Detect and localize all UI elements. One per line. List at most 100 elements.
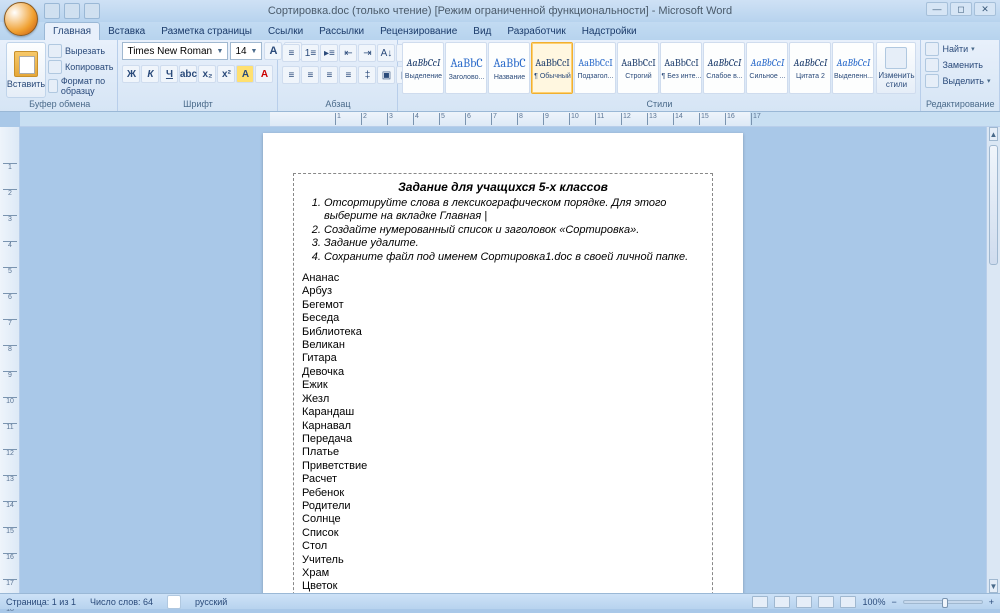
task-list: Отсортируйте слова в лексикографическом … <box>302 197 704 264</box>
copy-label: Копировать <box>65 62 113 72</box>
style-card[interactable]: AaBbCcIВыделение <box>402 42 444 94</box>
vertical-ruler[interactable]: 123456789101112131415161718 <box>0 127 20 593</box>
maximize-button[interactable]: ◻ <box>950 2 972 16</box>
qat-undo-icon[interactable] <box>64 3 80 19</box>
vertical-scrollbar[interactable]: ▲ ▼ <box>986 127 1000 593</box>
italic-button[interactable]: К <box>141 65 159 83</box>
align-right-button[interactable]: ≡ <box>320 66 338 84</box>
tab-page-layout[interactable]: Разметка страницы <box>153 23 260 40</box>
minimize-button[interactable]: — <box>926 2 948 16</box>
paste-icon <box>14 51 38 77</box>
scroll-thumb[interactable] <box>989 145 998 265</box>
superscript-button[interactable]: x² <box>217 65 235 83</box>
zoom-out-button[interactable]: − <box>891 597 896 607</box>
select-button[interactable]: Выделить▾ <box>925 74 990 88</box>
status-wordcount[interactable]: Число слов: 64 <box>90 597 153 607</box>
tab-review[interactable]: Рецензирование <box>372 23 465 40</box>
cut-label: Вырезать <box>65 46 105 56</box>
multilevel-button[interactable]: ▸≡ <box>320 44 338 62</box>
qat-save-icon[interactable] <box>44 3 60 19</box>
style-card[interactable]: AaBbCЗаголово... <box>445 42 487 94</box>
view-web-layout-button[interactable] <box>796 596 812 608</box>
style-card[interactable]: AaBbCcI¶ Без инте... <box>660 42 702 94</box>
zoom-slider[interactable] <box>903 600 983 604</box>
outdent-button[interactable]: ⇤ <box>339 44 357 62</box>
ribbon: Вставить Вырезать Копировать Формат по о… <box>0 40 1000 112</box>
document-area[interactable]: Задание для учащихся 5-х классов Отсорти… <box>20 127 986 593</box>
word-item: Девочка <box>302 366 704 379</box>
styles-gallery[interactable]: AaBbCcIВыделениеAaBbCЗаголово...AaBbCНаз… <box>402 42 874 98</box>
find-label: Найти <box>942 44 968 54</box>
cut-button[interactable]: Вырезать <box>48 44 113 58</box>
spell-check-icon[interactable] <box>167 595 181 609</box>
scroll-down-button[interactable]: ▼ <box>989 579 998 593</box>
change-styles-button[interactable]: Изменить стили <box>876 42 916 94</box>
highlight-button[interactable]: A <box>236 65 254 83</box>
task-item: Сохраните файл под именем Сортировка1.do… <box>324 251 704 264</box>
line-spacing-button[interactable]: ‡ <box>358 66 376 84</box>
word-item: Гитара <box>302 352 704 365</box>
style-card[interactable]: AaBbCcIВыделенн... <box>832 42 874 94</box>
view-full-screen-button[interactable] <box>774 596 790 608</box>
word-item: Храм <box>302 567 704 580</box>
group-font: Times New Roman▼ 14▼ A A Ж К Ч abc x₂ x²… <box>118 40 278 111</box>
style-card[interactable]: AaBbCcIСильное ... <box>746 42 788 94</box>
zoom-knob[interactable] <box>942 598 948 608</box>
font-name-combo[interactable]: Times New Roman▼ <box>122 42 228 60</box>
style-card[interactable]: AaBbCНазвание <box>488 42 530 94</box>
bold-button[interactable]: Ж <box>122 65 140 83</box>
numbering-button[interactable]: 1≡ <box>301 44 319 62</box>
tab-addins[interactable]: Надстройки <box>574 23 645 40</box>
tab-developer[interactable]: Разработчик <box>499 23 573 40</box>
zoom-in-button[interactable]: + <box>989 597 994 607</box>
office-button[interactable] <box>4 2 38 36</box>
word-list: АнанасАрбузБегемотБеседаБиблиотекаВелика… <box>302 272 704 593</box>
style-card[interactable]: AaBbCcI¶ Обычный <box>531 42 573 94</box>
copy-button[interactable]: Копировать <box>48 60 113 74</box>
tab-view[interactable]: Вид <box>465 23 499 40</box>
justify-button[interactable]: ≡ <box>339 66 357 84</box>
style-card[interactable]: AaBbCcIЦитата 2 <box>789 42 831 94</box>
view-outline-button[interactable] <box>818 596 834 608</box>
font-color-button[interactable]: A <box>255 65 273 83</box>
bullets-button[interactable]: ≡ <box>282 44 300 62</box>
style-card[interactable]: AaBbCcIСтрогий <box>617 42 659 94</box>
align-center-button[interactable]: ≡ <box>301 66 319 84</box>
style-card[interactable]: AaBbCcIСлабое в... <box>703 42 745 94</box>
shading-button[interactable]: ▣ <box>377 66 395 84</box>
replace-button[interactable]: Заменить <box>925 58 990 72</box>
qat-redo-icon[interactable] <box>84 3 100 19</box>
word-item: Родители <box>302 500 704 513</box>
find-button[interactable]: Найти▾ <box>925 42 990 56</box>
paste-button[interactable]: Вставить <box>6 42 46 98</box>
style-card[interactable]: AaBbCcIПодзагол... <box>574 42 616 94</box>
view-print-layout-button[interactable] <box>752 596 768 608</box>
status-page[interactable]: Страница: 1 из 1 <box>6 597 76 607</box>
tab-home[interactable]: Главная <box>44 22 100 40</box>
group-paragraph-label: Абзац <box>278 99 397 109</box>
view-draft-button[interactable] <box>840 596 856 608</box>
status-language[interactable]: русский <box>195 597 227 607</box>
task-box: Задание для учащихся 5-х классов Отсорти… <box>293 173 713 593</box>
zoom-value[interactable]: 100% <box>862 597 885 607</box>
tab-references[interactable]: Ссылки <box>260 23 311 40</box>
word-item: Карнавал <box>302 420 704 433</box>
sort-button[interactable]: A↓ <box>377 44 395 62</box>
tab-insert[interactable]: Вставка <box>100 23 153 40</box>
horizontal-ruler[interactable]: 1234567891011121314151617 <box>20 112 1000 127</box>
close-button[interactable]: ✕ <box>974 2 996 16</box>
quick-access-toolbar <box>44 3 100 19</box>
subscript-button[interactable]: x₂ <box>198 65 216 83</box>
scroll-up-button[interactable]: ▲ <box>989 127 998 141</box>
ribbon-tabs: Главная Вставка Разметка страницы Ссылки… <box>0 22 1000 40</box>
change-styles-icon <box>885 47 907 69</box>
word-item: Беседа <box>302 312 704 325</box>
font-size-combo[interactable]: 14▼ <box>230 42 262 60</box>
align-left-button[interactable]: ≡ <box>282 66 300 84</box>
indent-button[interactable]: ⇥ <box>358 44 376 62</box>
word-item: Платье <box>302 446 704 459</box>
underline-button[interactable]: Ч <box>160 65 178 83</box>
strike-button[interactable]: abc <box>179 65 197 83</box>
tab-mailings[interactable]: Рассылки <box>311 23 372 40</box>
format-painter-button[interactable]: Формат по образцу <box>48 76 113 96</box>
